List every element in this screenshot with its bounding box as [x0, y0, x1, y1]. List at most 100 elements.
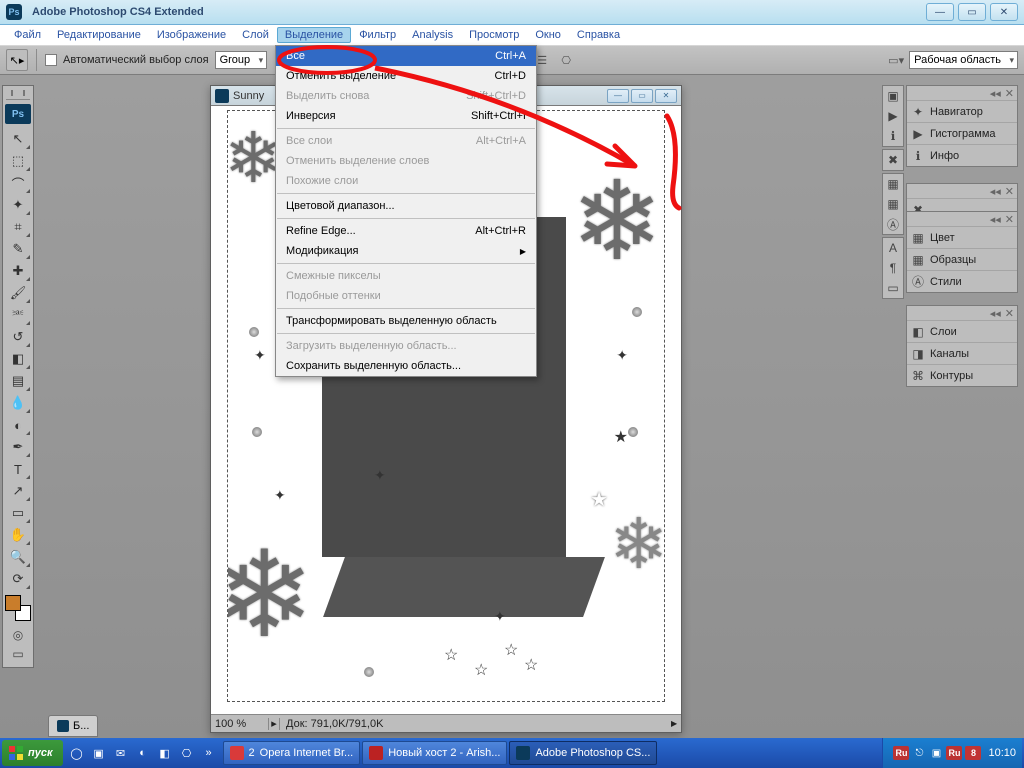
tray-lang-badge2[interactable]: Ru [946, 746, 962, 760]
panel-tab[interactable]: ▶Гистограмма [907, 122, 1017, 144]
panel-tab[interactable]: ▦Образцы [907, 248, 1017, 270]
menu-item[interactable]: Модификация▶ [276, 241, 536, 261]
menu-редактирование[interactable]: Редактирование [49, 27, 149, 43]
menu-analysis[interactable]: Analysis [404, 27, 461, 43]
maximize-button[interactable]: ▭ [958, 3, 986, 21]
type-tool[interactable]: T [5, 458, 31, 480]
panel-strip-icon[interactable]: ¶ [885, 260, 901, 276]
menu-item[interactable]: ИнверсияShift+Ctrl+I [276, 106, 536, 126]
heal-tool[interactable]: ✚ [5, 260, 31, 282]
taskbar-task[interactable]: 2Opera Internet Br... [223, 741, 361, 765]
eraser-tool[interactable]: ◧ [5, 348, 31, 370]
panel-strip-icon[interactable]: ℹ [885, 128, 901, 144]
ql-icon[interactable]: ▣ [89, 743, 109, 763]
rotate-view-tool[interactable]: ⟳ [5, 568, 31, 590]
minimize-button[interactable]: — [926, 3, 954, 21]
panel-menu-icon[interactable]: ✕ [1005, 185, 1014, 198]
tray-lang-badge[interactable]: Ru [893, 746, 909, 760]
menu-справка[interactable]: Справка [569, 27, 628, 43]
panel-tab[interactable]: ℹИнфо [907, 144, 1017, 166]
menu-выделение[interactable]: Выделение [277, 27, 351, 43]
tray-icon[interactable]: ▣ [929, 746, 943, 760]
panel-menu-icon[interactable]: ✕ [1005, 87, 1014, 100]
panel-menu-icon[interactable]: ✕ [1005, 213, 1014, 226]
menu-item[interactable]: Сохранить выделенную область... [276, 356, 536, 376]
hand-tool[interactable]: ✋ [5, 524, 31, 546]
collapse-icon[interactable]: ◂◂ [990, 213, 1001, 226]
path-sel-tool[interactable]: ↗ [5, 480, 31, 502]
stamp-tool[interactable]: ⎃ [5, 304, 31, 326]
ql-icon[interactable]: ◧ [155, 743, 175, 763]
document-tab[interactable]: Б... [48, 715, 98, 737]
menu-просмотр[interactable]: Просмотр [461, 27, 527, 43]
dodge-tool[interactable]: ◐ [5, 414, 31, 436]
doc-maximize-button[interactable]: ▭ [631, 89, 653, 103]
statusbar-menu-icon[interactable]: ▶ [671, 719, 681, 728]
pen-tool[interactable]: ✒ [5, 436, 31, 458]
menu-item[interactable]: Цветовой диапазон... [276, 196, 536, 216]
workspace-select[interactable]: Рабочая область [909, 51, 1018, 69]
crop-tool[interactable]: ⌗ [5, 216, 31, 238]
collapse-icon[interactable]: ◂◂ [990, 307, 1001, 320]
move-tool-icon[interactable]: ↖▸ [6, 49, 28, 71]
options-icon[interactable]: ⎔ [557, 51, 575, 69]
screen-mode-icon[interactable]: ▭▾ [887, 51, 905, 69]
ql-icon[interactable]: ⎔ [177, 743, 197, 763]
panel-strip-icon[interactable]: ▶ [885, 108, 901, 124]
rectangle-tool[interactable]: ▭ [5, 502, 31, 524]
gradient-tool[interactable]: ▤ [5, 370, 31, 392]
ql-icon[interactable]: ✉ [111, 743, 131, 763]
panel-menu-icon[interactable]: ✕ [1005, 307, 1014, 320]
lasso-tool[interactable]: ⌒ [5, 172, 31, 194]
doc-info[interactable]: Док: 791,0K/791,0K [279, 718, 671, 730]
close-button[interactable]: ✕ [990, 3, 1018, 21]
menu-item[interactable]: Трансформировать выделенную область [276, 311, 536, 331]
auto-select-checkbox[interactable] [45, 54, 57, 66]
panel-tab[interactable]: ⒶСтили [907, 270, 1017, 292]
panel-strip-icon[interactable]: ✖ [885, 152, 901, 168]
blur-tool[interactable]: 💧 [5, 392, 31, 414]
panel-tab[interactable]: ✦Навигатор [907, 100, 1017, 122]
panel-strip-icon[interactable]: Ⓐ [885, 216, 901, 232]
panel-tab[interactable]: ⌘Контуры [907, 364, 1017, 386]
collapse-icon[interactable]: ◂◂ [990, 185, 1001, 198]
marquee-tool[interactable]: ⬚ [5, 150, 31, 172]
zoom-tool[interactable]: 🔍 [5, 546, 31, 568]
zoom-menu-icon[interactable]: ▸ [269, 717, 279, 730]
panel-strip-icon[interactable]: A [885, 240, 901, 256]
color-swatches[interactable] [5, 595, 31, 621]
doc-minimize-button[interactable]: — [607, 89, 629, 103]
panel-grip-icon[interactable] [6, 90, 30, 100]
brush-tool[interactable]: 🖌 [5, 282, 31, 304]
auto-select-type-select[interactable]: Group [215, 51, 268, 69]
menu-файл[interactable]: Файл [6, 27, 49, 43]
panel-strip-icon[interactable]: ▣ [885, 88, 901, 104]
ql-icon[interactable]: » [199, 743, 219, 763]
menu-item[interactable]: Refine Edge...Alt+Ctrl+R [276, 221, 536, 241]
collapse-icon[interactable]: ◂◂ [990, 87, 1001, 100]
menu-фильтр[interactable]: Фильтр [351, 27, 404, 43]
quick-mask-icon[interactable]: ◎ [5, 626, 31, 644]
tray-icon[interactable]: ⎋ [912, 746, 926, 760]
screen-mode-toggle-icon[interactable]: ▭ [5, 645, 31, 663]
menu-слой[interactable]: Слой [234, 27, 277, 43]
ql-icon[interactable]: ◐ [133, 743, 153, 763]
taskbar-task[interactable]: Adobe Photoshop CS... [509, 741, 657, 765]
doc-close-button[interactable]: ✕ [655, 89, 677, 103]
menu-item[interactable]: Отменить выделениеCtrl+D [276, 66, 536, 86]
panel-tab[interactable]: ◨Каналы [907, 342, 1017, 364]
taskbar-task[interactable]: Новый хост 2 - Arish... [362, 741, 507, 765]
tray-count-badge[interactable]: 8 [965, 746, 981, 760]
menu-изображение[interactable]: Изображение [149, 27, 234, 43]
menu-окно[interactable]: Окно [527, 27, 569, 43]
panel-strip-icon[interactable]: ▦ [885, 196, 901, 212]
eyedropper-tool[interactable]: ✎ [5, 238, 31, 260]
zoom-level[interactable]: 100 % [211, 718, 269, 730]
panel-strip-icon[interactable]: ▭ [885, 280, 901, 296]
panel-strip-icon[interactable]: ▦ [885, 176, 901, 192]
menu-item[interactable]: ВсеCtrl+A [276, 46, 536, 66]
move-tool[interactable]: ↖ [5, 128, 31, 150]
clock[interactable]: 10:10 [988, 747, 1016, 759]
start-button[interactable]: пуск [2, 740, 63, 766]
panel-tab[interactable]: ◧Слои [907, 320, 1017, 342]
